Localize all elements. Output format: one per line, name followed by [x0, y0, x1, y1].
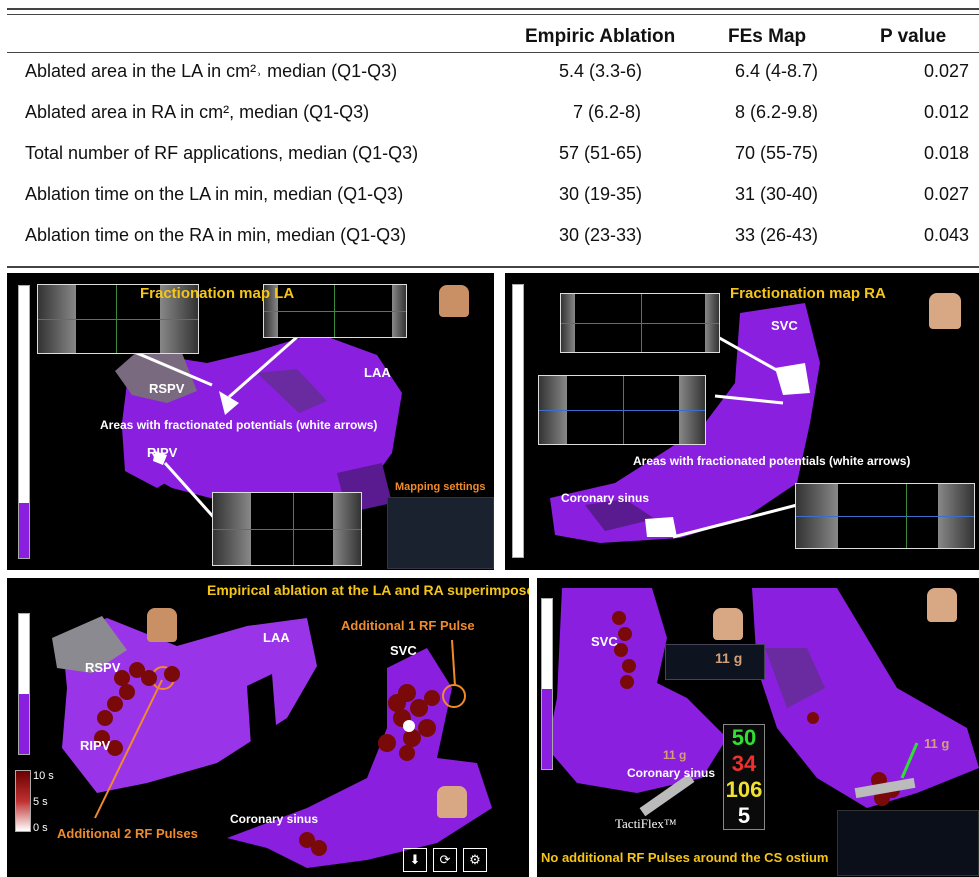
results-table: Empiric Ablation FEs Map P value Ablated…	[7, 8, 979, 270]
row-emp: 30 (23-33)	[559, 225, 643, 245]
legend-window	[837, 810, 979, 876]
annotation-additional-1: Additional 1 RF Pulse	[341, 618, 475, 633]
label-laa: LAA	[364, 365, 391, 380]
ablation-readout-panel: 50 34 106 5	[723, 724, 765, 830]
readout-value-4: 5	[737, 803, 751, 828]
color-scale-bar	[18, 285, 30, 559]
catheter-name: TactiFlex™	[615, 816, 677, 831]
header-divider	[7, 52, 979, 53]
row-emp: 30 (19-35)	[559, 184, 643, 204]
color-scale-bar	[541, 598, 553, 770]
row-fes: 31 (30-40)	[735, 184, 819, 204]
label-ripv: RIPV	[80, 738, 111, 753]
fractionation-map-ra-panel: Fractionation map RA SVC Coronary sinus …	[505, 273, 979, 570]
row-p: 0.027	[923, 184, 969, 204]
table-top-border-2	[7, 14, 979, 15]
readout-value-1: 50	[731, 725, 757, 750]
fractionation-map-la-panel: Fractionation map LA RSPV RIPV LAA Areas…	[7, 273, 494, 570]
label-coronary-sinus: Coronary sinus	[230, 812, 319, 826]
row-label: Ablation time on the LA in min, median (…	[25, 184, 404, 204]
rotate-icon[interactable]: ⟳	[433, 848, 457, 872]
table-top-border	[7, 8, 979, 10]
torso-icon	[929, 293, 961, 329]
annotation-fractionated-ra: Areas with fractionated potentials (whit…	[633, 454, 911, 468]
readout-value-2: 34	[731, 751, 757, 776]
torso-icon	[147, 608, 177, 642]
duration-scale-bar	[15, 770, 31, 832]
download-icon[interactable]: ⬇	[403, 848, 427, 872]
torso-icon	[713, 608, 743, 640]
label-rspv: RSPV	[85, 660, 121, 675]
row-emp: 7 (6.2-8)	[573, 102, 642, 122]
panel-title-ra: Fractionation map RA	[730, 285, 886, 302]
caption-no-additional: No additional RF Pulses around the CS os…	[541, 850, 829, 865]
label-ripv: RIPV	[147, 445, 178, 460]
header-empiric-ablation: Empiric Ablation	[525, 26, 676, 47]
scale-label-5s: 5 s	[33, 796, 48, 808]
mapping-settings-label: Mapping settings	[395, 481, 486, 493]
panel-title-la: Fractionation map LA	[140, 285, 295, 302]
row-label: Total number of RF applications, median …	[25, 143, 419, 163]
table-row: Total number of RF applications, median …	[7, 143, 979, 183]
label-rspv: RSPV	[149, 381, 185, 396]
mapping-settings-window	[387, 497, 494, 569]
table-row: Ablated area in RA in cm², median (Q1-Q3…	[7, 102, 979, 142]
scale-label-0s: 0 s	[33, 822, 48, 834]
force-value-top: 11 g	[715, 650, 743, 666]
label-svc: SVC	[390, 643, 417, 658]
row-emp: 5.4 (3.3-6)	[559, 61, 643, 81]
force-value-left: 11 g	[663, 748, 687, 762]
scale-label-10s: 10 s	[33, 770, 54, 782]
annotation-fractionated-la: Areas with fractionated potentials (whit…	[100, 418, 378, 432]
color-scale-bar	[512, 284, 524, 558]
row-fes: 6.4 (4-8.7)	[735, 61, 819, 81]
row-p: 0.018	[923, 143, 969, 163]
row-fes: 8 (6.2-9.8)	[735, 102, 819, 122]
label-svc: SVC	[771, 318, 798, 333]
torso-icon	[437, 786, 467, 818]
settings-icon[interactable]: ⚙	[463, 848, 487, 872]
empirical-ablation-panel: 10 s 5 s 0 s ⬇ ⟳ ⚙ Empirical ablation at…	[7, 578, 529, 877]
row-label: Ablation time on the RA in min, median (…	[25, 225, 407, 245]
electrogram-window	[560, 293, 720, 353]
row-p: 0.043	[923, 225, 969, 245]
label-coronary-sinus: Coronary sinus	[561, 491, 650, 505]
header-fes-map: FEs Map	[728, 26, 807, 47]
torso-icon	[439, 285, 469, 317]
row-fes: 33 (26-43)	[735, 225, 819, 245]
electrogram-window	[538, 375, 706, 445]
row-label: Ablated area in the LA in cm²˒ median (Q…	[25, 61, 398, 81]
label-coronary-sinus: Coronary sinus	[627, 766, 716, 780]
row-p: 0.027	[923, 61, 969, 81]
row-label: Ablated area in RA in cm², median (Q1-Q3…	[25, 102, 370, 122]
row-p: 0.012	[923, 102, 969, 122]
table-row: Ablated area in the LA in cm²˒ median (Q…	[7, 61, 979, 101]
table-row: Ablation time on the LA in min, median (…	[7, 184, 979, 224]
tactiflex-panel: 50 34 106 5 SVC 11 g 11 g 11 g Coronary …	[537, 578, 979, 877]
torso-icon	[927, 588, 957, 622]
color-scale-bar	[18, 613, 30, 755]
annotation-additional-2: Additional 2 RF Pulses	[57, 826, 198, 841]
electrogram-window	[212, 492, 362, 566]
row-fes: 70 (55-75)	[735, 143, 819, 163]
electrogram-window	[795, 483, 975, 549]
table-row: Ablation time on the RA in min, median (…	[7, 225, 979, 265]
panel-title-empirical: Empirical ablation at the LA and RA supe…	[207, 582, 529, 598]
header-p-value: P value	[880, 26, 947, 47]
row-emp: 57 (51-65)	[559, 143, 643, 163]
readout-value-3: 106	[725, 777, 763, 802]
table-bottom-border	[7, 266, 979, 268]
label-svc: SVC	[591, 634, 618, 649]
force-value-right: 11 g	[924, 736, 950, 751]
label-laa: LAA	[263, 630, 290, 645]
